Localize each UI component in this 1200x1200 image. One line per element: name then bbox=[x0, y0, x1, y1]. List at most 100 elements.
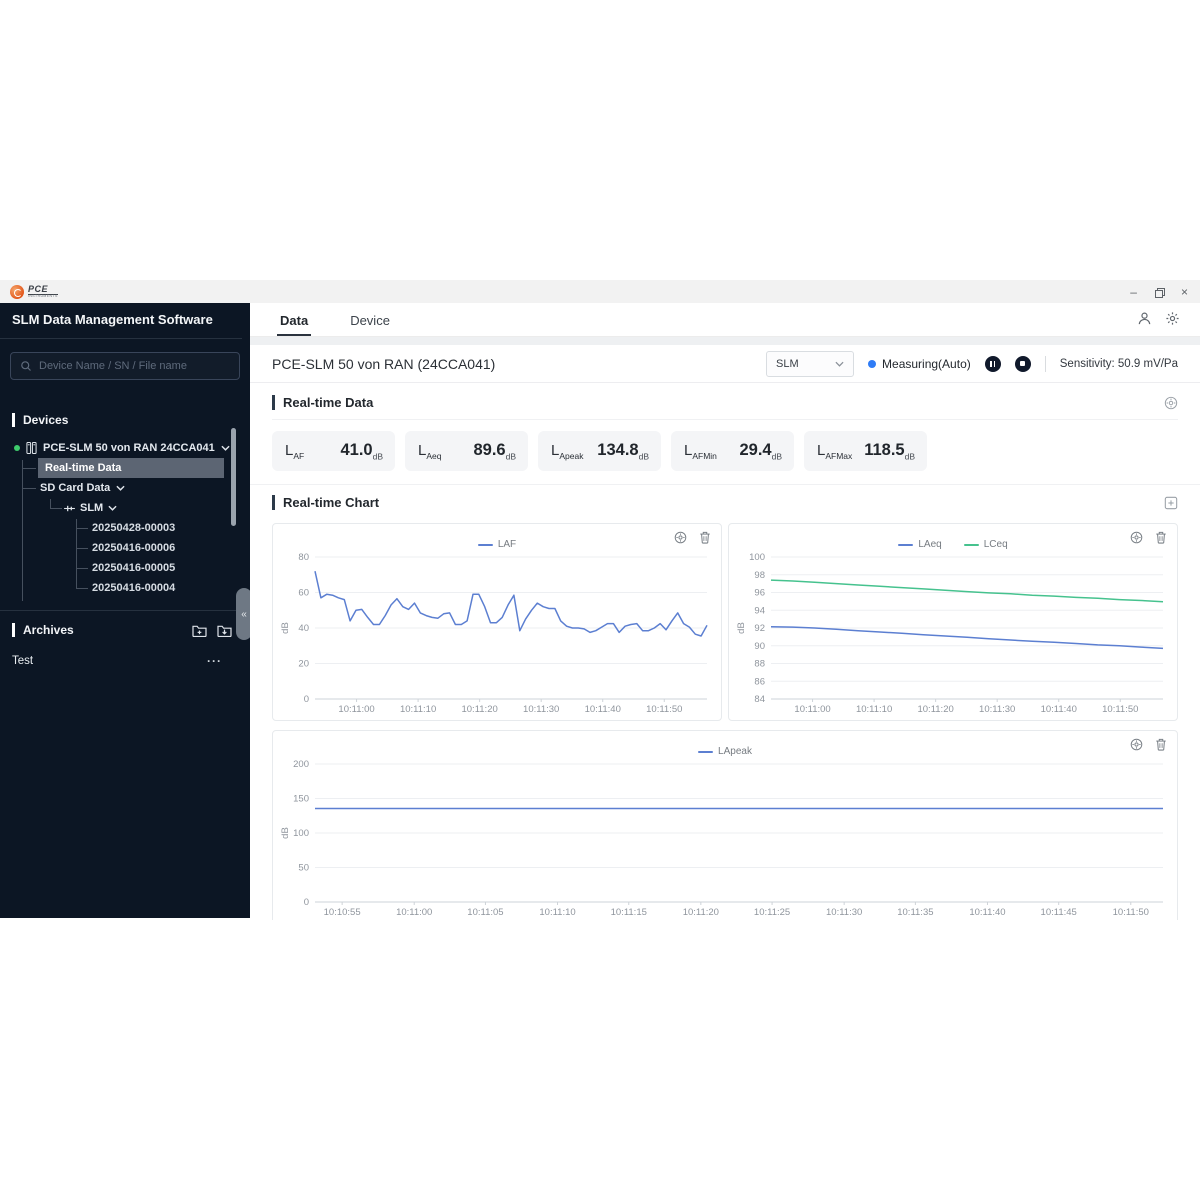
device-title: PCE-SLM 50 von RAN (24CCA041) bbox=[272, 355, 496, 372]
chevron-down-icon bbox=[108, 505, 117, 511]
legend-line-icon bbox=[898, 543, 914, 546]
new-archive-folder-icon[interactable] bbox=[192, 624, 207, 637]
legend-item-LCeq[interactable]: LCeq bbox=[963, 539, 1008, 550]
restore-button[interactable] bbox=[1154, 286, 1165, 298]
svg-text:88: 88 bbox=[754, 659, 765, 670]
sliders-icon bbox=[64, 505, 75, 511]
pce-logo: PCE INSTRUMENTS bbox=[10, 284, 58, 299]
mode-select[interactable]: SLM bbox=[766, 350, 855, 377]
svg-text:86: 86 bbox=[754, 676, 765, 687]
stop-button[interactable] bbox=[1014, 355, 1031, 372]
svg-text:20: 20 bbox=[298, 659, 309, 670]
close-button[interactable]: × bbox=[1181, 286, 1188, 298]
svg-text:10:11:50: 10:11:50 bbox=[1102, 704, 1138, 715]
svg-text:10:11:45: 10:11:45 bbox=[1041, 907, 1077, 918]
archive-item-test[interactable]: Test ··· bbox=[12, 651, 222, 671]
collapse-icon: « bbox=[241, 608, 247, 620]
content-panel: PCE-SLM 50 von RAN (24CCA041) SLM Measur… bbox=[250, 345, 1200, 920]
tree-item-file[interactable]: 20250416-00006 bbox=[92, 538, 175, 558]
more-options-icon[interactable]: ··· bbox=[207, 654, 222, 668]
tree-item-slm[interactable]: SLM bbox=[64, 498, 117, 518]
pause-button[interactable] bbox=[984, 355, 1001, 372]
tree-line bbox=[50, 499, 51, 508]
data-settings-icon[interactable] bbox=[1164, 396, 1178, 410]
svg-text:10:11:20: 10:11:20 bbox=[917, 704, 953, 715]
pce-logo-icon bbox=[10, 284, 24, 299]
svg-text:10:11:35: 10:11:35 bbox=[897, 907, 933, 918]
realtime-data-section-label: Real-time Data bbox=[272, 395, 373, 410]
svg-text:200: 200 bbox=[293, 759, 309, 770]
tree-item-label: Real-time Data bbox=[45, 462, 122, 474]
tab-data[interactable]: Data bbox=[277, 306, 312, 336]
delete-chart-icon[interactable] bbox=[699, 531, 711, 544]
tree-item-file[interactable]: 20250428-00003 bbox=[92, 518, 175, 538]
logo-sub-text: INSTRUMENTS bbox=[28, 293, 58, 298]
svg-text:10:11:40: 10:11:40 bbox=[585, 704, 621, 715]
metric-card-lafmax: LAFMax 118.5dB bbox=[804, 431, 927, 471]
search-input[interactable]: Device Name / SN / File name bbox=[10, 352, 240, 380]
chart-settings-icon[interactable] bbox=[1130, 531, 1143, 544]
measuring-status-dot bbox=[868, 359, 877, 368]
window-titlebar: PCE INSTRUMENTS – × bbox=[0, 280, 1200, 303]
file-name: 20250416-00006 bbox=[92, 542, 176, 554]
restore-icon bbox=[1154, 287, 1165, 298]
svg-text:10:11:10: 10:11:10 bbox=[400, 704, 436, 715]
device-name: PCE-SLM 50 von RAN 24CCA041 bbox=[43, 442, 215, 454]
app-title: SLM Data Management Software bbox=[0, 303, 242, 339]
legend-line-icon bbox=[698, 750, 714, 753]
delete-chart-icon[interactable] bbox=[1155, 531, 1167, 544]
tree-item-label: SLM bbox=[80, 502, 104, 514]
divider bbox=[1044, 355, 1046, 372]
svg-text:10:11:40: 10:11:40 bbox=[969, 907, 1005, 918]
file-name: 20250428-00003 bbox=[92, 522, 176, 534]
svg-text:10:11:30: 10:11:30 bbox=[826, 907, 862, 918]
legend-item-LApeak[interactable]: LApeak bbox=[698, 746, 752, 757]
svg-text:10:11:10: 10:11:10 bbox=[856, 704, 892, 715]
sidebar-divider bbox=[0, 610, 250, 611]
svg-text:dB: dB bbox=[736, 622, 747, 634]
chart-canvas-laeq-lceq: 84 86 88 90 92 94 96 98 100 dB 10:11:00 10:11:10 10:… bbox=[735, 552, 1171, 721]
tree-line bbox=[76, 528, 88, 529]
tree-item-device[interactable]: PCE-SLM 50 von RAN 24CCA041 bbox=[14, 438, 230, 458]
svg-text:150: 150 bbox=[293, 794, 309, 805]
add-chart-icon[interactable] bbox=[1164, 496, 1178, 510]
svg-text:40: 40 bbox=[298, 623, 309, 634]
minimize-button[interactable]: – bbox=[1130, 286, 1137, 298]
svg-text:98: 98 bbox=[754, 570, 765, 581]
chart-settings-icon[interactable] bbox=[1130, 738, 1143, 751]
device-icon bbox=[26, 442, 37, 454]
app-window: PCE INSTRUMENTS – × SLM Data Management … bbox=[0, 280, 1200, 920]
tree-item-realtime-data[interactable]: Real-time Data bbox=[38, 458, 224, 478]
svg-text:dB: dB bbox=[280, 622, 291, 634]
legend-item-LAF[interactable]: LAF bbox=[477, 539, 516, 550]
measuring-label: Measuring(Auto) bbox=[882, 356, 971, 371]
svg-text:10:11:00: 10:11:00 bbox=[338, 704, 374, 715]
sidebar-scrollbar[interactable] bbox=[231, 428, 236, 526]
tree-item-sd-card-data[interactable]: SD Card Data bbox=[40, 478, 125, 498]
realtime-chart-section-label: Real-time Chart bbox=[272, 495, 379, 510]
mode-select-value: SLM bbox=[776, 357, 799, 370]
svg-text:84: 84 bbox=[754, 694, 765, 705]
main-area: Data Device PCE-SLM 50 von RAN (24CCA041… bbox=[250, 303, 1200, 920]
tab-device[interactable]: Device bbox=[347, 306, 393, 336]
tree-line bbox=[22, 460, 23, 601]
legend-item-LAeq[interactable]: LAeq bbox=[898, 539, 942, 550]
import-archive-icon[interactable] bbox=[217, 624, 232, 637]
svg-text:0: 0 bbox=[304, 897, 309, 908]
metric-card-laeq: LAeq 89.6dB bbox=[405, 431, 528, 471]
devices-section-label: Devices bbox=[12, 413, 68, 427]
chart-canvas-laf: 0 20 40 60 80 dB 10:11:00 10:11:10 10:11:20 10:11… bbox=[279, 552, 715, 721]
user-icon[interactable] bbox=[1137, 311, 1152, 326]
tree-item-file[interactable]: 20250416-00004 bbox=[92, 578, 175, 598]
metric-card-lafmin: LAFMin 29.4dB bbox=[671, 431, 794, 471]
svg-text:10:11:20: 10:11:20 bbox=[461, 704, 497, 715]
svg-text:10:11:25: 10:11:25 bbox=[754, 907, 790, 918]
chart-settings-icon[interactable] bbox=[674, 531, 687, 544]
delete-chart-icon[interactable] bbox=[1155, 738, 1167, 751]
tree-item-file[interactable]: 20250416-00005 bbox=[92, 558, 175, 578]
sidebar: SLM Data Management Software Device Name… bbox=[0, 303, 252, 918]
search-placeholder: Device Name / SN / File name bbox=[39, 360, 187, 372]
tree-line bbox=[76, 519, 77, 588]
tab-bar: Data Device bbox=[250, 303, 1200, 337]
settings-gear-icon[interactable] bbox=[1165, 311, 1180, 326]
